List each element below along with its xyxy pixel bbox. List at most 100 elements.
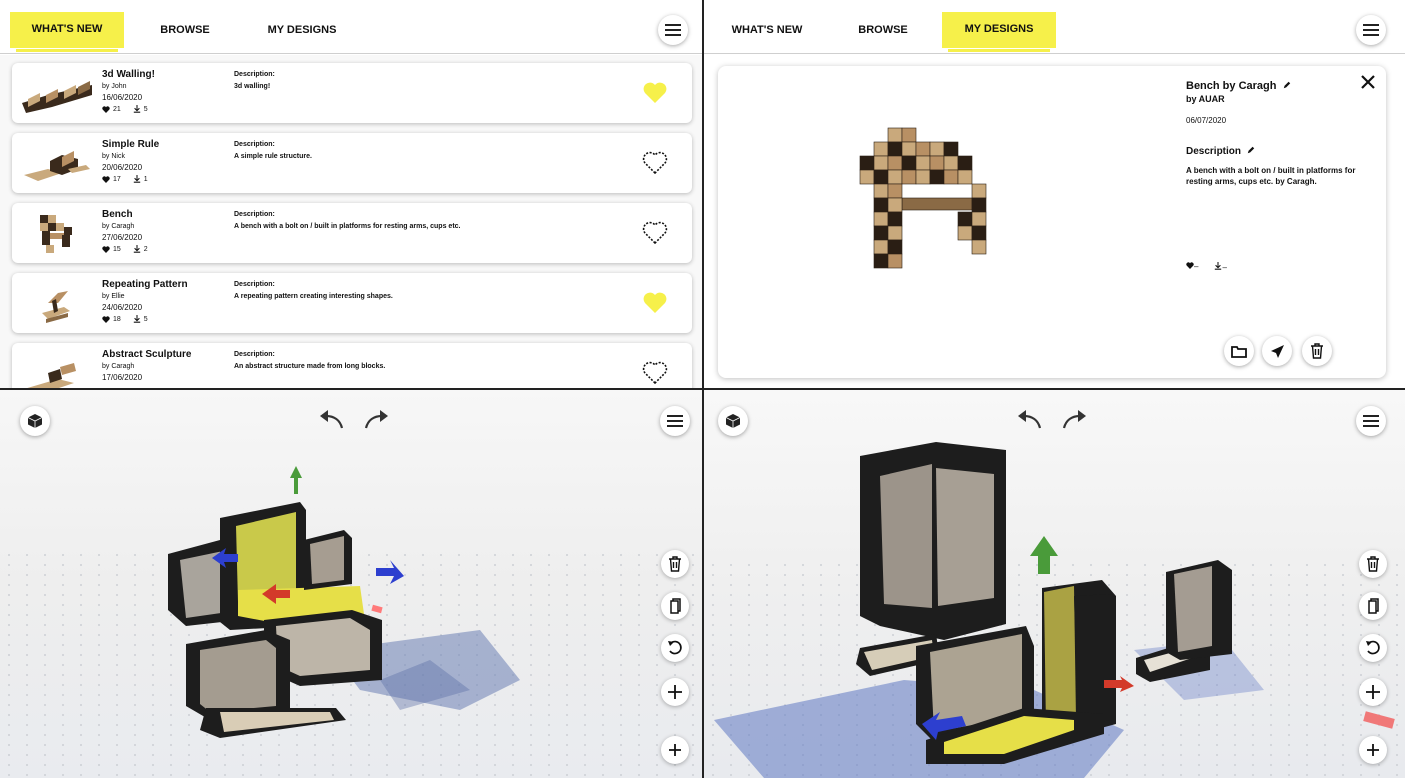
view-cube-button[interactable] xyxy=(20,406,50,436)
browse-panel: WHAT'S NEW BROWSE MY DESIGNS 3d Walling!… xyxy=(0,0,702,388)
rotate-icon xyxy=(668,640,682,655)
add-tool-button[interactable] xyxy=(1359,736,1387,764)
tab-whats-new[interactable]: WHAT'S NEW xyxy=(712,12,822,48)
downloads: 2 xyxy=(133,245,148,253)
editor-viewport-left[interactable] xyxy=(0,390,702,778)
cube-icon xyxy=(725,414,741,428)
like-heart-icon[interactable] xyxy=(642,81,668,105)
design-stats: 17 1 xyxy=(102,175,148,183)
copy-tool-button[interactable] xyxy=(1359,592,1387,620)
design-thumbnail xyxy=(42,291,70,323)
redo-icon[interactable] xyxy=(1060,408,1088,430)
edit-pencil-icon[interactable] xyxy=(1283,81,1291,89)
design-author: by Nick xyxy=(102,153,125,160)
move-icon xyxy=(1366,685,1380,699)
detail-title: Bench by Caragh xyxy=(1186,80,1291,92)
undo-icon[interactable] xyxy=(318,408,346,430)
add-tool-button[interactable] xyxy=(661,736,689,764)
description-label: Description: xyxy=(234,211,275,218)
design-3d-preview xyxy=(859,127,987,269)
delete-button[interactable] xyxy=(1302,336,1332,366)
design-card[interactable]: Bench by Caragh 27/06/2020 15 2 Descript… xyxy=(12,203,692,263)
downloads-count: 5 xyxy=(143,315,148,323)
design-author: by Caragh xyxy=(102,363,135,370)
detail-description: A bench with a bolt on / built in platfo… xyxy=(1186,166,1356,187)
heart-small-icon xyxy=(102,245,110,253)
design-card[interactable]: 3d Walling! by John 16/06/2020 21 5 Desc… xyxy=(12,63,692,123)
copy-icon xyxy=(1368,598,1379,614)
undo-icon[interactable] xyxy=(1016,408,1044,430)
detail-description-label: Description xyxy=(1186,146,1255,157)
detail-title-text: Bench by Caragh xyxy=(1186,80,1277,92)
tab-my-designs[interactable]: MY DESIGNS xyxy=(942,12,1056,52)
tab-browse[interactable]: BROWSE xyxy=(826,12,940,48)
design-description: 3d walling! xyxy=(234,83,271,90)
design-description: A bench with a bolt on / built in platfo… xyxy=(234,223,461,230)
folder-icon xyxy=(1231,345,1247,358)
design-title: Bench xyxy=(102,209,133,220)
like-heart-icon[interactable] xyxy=(642,221,668,245)
redo-icon[interactable] xyxy=(362,408,390,430)
delete-tool-button[interactable] xyxy=(661,550,689,578)
heart-small-icon xyxy=(102,175,110,183)
app-root: WHAT'S NEW BROWSE MY DESIGNS 3d Walling!… xyxy=(0,0,1405,778)
hamburger-icon xyxy=(1363,24,1379,36)
description-label: Description: xyxy=(234,141,275,148)
design-stats: 21 5 xyxy=(102,105,148,113)
heart-small-icon xyxy=(102,315,110,323)
delete-tool-button[interactable] xyxy=(1359,550,1387,578)
design-author: by Caragh xyxy=(102,223,135,230)
scene-3d xyxy=(0,390,702,778)
menu-button[interactable] xyxy=(1356,406,1386,436)
downloads-count: 5 xyxy=(143,105,148,113)
rotate-tool-button[interactable] xyxy=(1359,634,1387,662)
menu-button[interactable] xyxy=(1356,15,1386,45)
edit-pencil-icon[interactable] xyxy=(1247,146,1255,154)
design-thumbnail xyxy=(27,363,76,388)
design-card[interactable]: Repeating Pattern by Ellie 24/06/2020 18… xyxy=(12,273,692,333)
likes-count: 15 xyxy=(113,245,121,253)
add-icon xyxy=(669,744,681,756)
design-title: Repeating Pattern xyxy=(102,279,188,290)
likes: – xyxy=(1186,262,1198,272)
design-card[interactable]: Simple Rule by Nick 20/06/2020 17 1 Desc… xyxy=(12,133,692,193)
likes-count: 21 xyxy=(113,105,121,113)
copy-tool-button[interactable] xyxy=(661,592,689,620)
view-cube-button[interactable] xyxy=(718,406,748,436)
open-folder-button[interactable] xyxy=(1224,336,1254,366)
downloads: 5 xyxy=(133,315,148,323)
trash-icon xyxy=(1311,343,1323,359)
design-thumbnail xyxy=(24,151,90,181)
tab-whats-new[interactable]: WHAT'S NEW xyxy=(10,12,124,52)
move-tool-button[interactable] xyxy=(1359,678,1387,706)
like-heart-icon[interactable] xyxy=(642,361,668,385)
hamburger-icon xyxy=(665,24,681,36)
likes-count: – xyxy=(1194,262,1199,271)
send-icon xyxy=(1270,344,1284,358)
design-title: 3d Walling! xyxy=(102,69,155,80)
design-title: Simple Rule xyxy=(102,139,160,150)
tab-browse[interactable]: BROWSE xyxy=(128,12,242,48)
menu-button[interactable] xyxy=(658,15,688,45)
likes-count: 18 xyxy=(113,315,121,323)
likes-count: 17 xyxy=(113,175,121,183)
send-button[interactable] xyxy=(1262,336,1292,366)
design-thumbnail xyxy=(22,81,92,113)
like-heart-icon[interactable] xyxy=(642,151,668,175)
like-heart-icon[interactable] xyxy=(642,291,668,315)
design-card[interactable]: Abstract Sculpture by Caragh 17/06/2020 … xyxy=(12,343,692,388)
my-designs-panel: WHAT'S NEW BROWSE MY DESIGNS Bench by Ca… xyxy=(704,0,1405,388)
detail-author: by AUAR xyxy=(1186,94,1225,104)
close-icon[interactable] xyxy=(1360,74,1376,90)
menu-button[interactable] xyxy=(660,406,690,436)
detail-stats: – – xyxy=(1186,262,1227,272)
move-tool-button[interactable] xyxy=(661,678,689,706)
design-detail-card: Bench by Caragh by AUAR 06/07/2020 Descr… xyxy=(718,66,1386,378)
rotate-tool-button[interactable] xyxy=(661,634,689,662)
tab-my-designs[interactable]: MY DESIGNS xyxy=(244,12,360,48)
editor-viewport-right[interactable] xyxy=(704,390,1405,778)
rotate-icon xyxy=(1366,640,1380,655)
design-stats: 15 2 xyxy=(102,245,148,253)
trash-icon xyxy=(1367,556,1379,572)
design-thumbnail xyxy=(40,215,72,253)
